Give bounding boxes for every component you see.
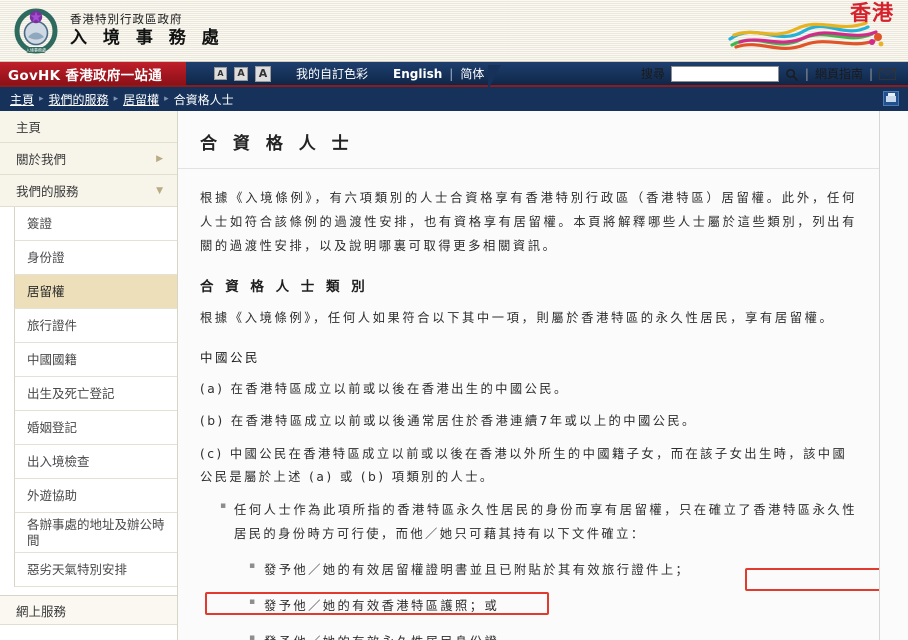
print-icon[interactable]: [883, 91, 899, 106]
govhk-brand-tab[interactable]: GovHK 香港政府一站通: [0, 62, 198, 87]
breadcrumb: 主頁 ▸ 我們的服務 ▸ 居留權 ▸ 合資格人士: [0, 87, 908, 111]
sidebar-item-label: 身份證: [27, 249, 65, 265]
breadcrumb-item-home[interactable]: 主頁: [10, 91, 34, 108]
breadcrumb-item-our-services[interactable]: 我們的服務: [49, 91, 109, 108]
page-title: 合 資 格 人 士: [200, 134, 354, 154]
govhk-tools: A A A 我的自訂色彩 English | 简体 搜尋 | 網頁指南 |: [186, 62, 908, 90]
sidebar-navigation: 主頁 關於我們 ▶ 我們的服務 ▼ 簽證 身份證 居留權 旅行證件 中國國籍 出…: [0, 111, 178, 640]
search-input[interactable]: [670, 65, 779, 82]
sidebar-item-our-services[interactable]: 我們的服務 ▼: [0, 175, 177, 207]
sidebar-item-immigration-clearance[interactable]: 出入境檢查: [14, 445, 177, 479]
sidebar-item-label: 居留權: [27, 283, 65, 299]
sidebar-item-home[interactable]: 主頁: [0, 111, 177, 143]
clause-b: (b) 在香港特區成立以前或以後通常居住於香港連續7年或以上的中國公民。: [200, 414, 697, 429]
toolbar-divider-1: |: [804, 66, 809, 81]
sidebar-item-label: 出生及死亡登記: [27, 385, 115, 401]
sub-heading-chinese-citizen: 中國公民: [200, 349, 261, 365]
browser-page: 入境事務處 香港特別行政區政府 入 境 事 務 處 香港 GovHK 香港政府一…: [0, 0, 908, 640]
clause-c-text: (c) 中國公民在香港特區成立以前或以後在香港以外所生的中國籍子女，而: [200, 446, 686, 461]
clause-c-highlight-1: 在該子女出生時: [685, 446, 789, 461]
sidebar-item-travel-documents[interactable]: 旅行證件: [14, 309, 177, 343]
sidebar-item-chinese-nationality[interactable]: 中國國籍: [14, 343, 177, 377]
sidebar-item-label: 簽證: [27, 215, 53, 231]
brand-hong-kong-wordmark: 香港: [850, 1, 894, 25]
sidebar-item-office-addresses[interactable]: 各辦事處的地址及辦公時間: [14, 513, 177, 554]
sidebar-item-label: 惡劣天氣特別安排: [27, 561, 128, 577]
clause-a: (a) 在香港特區成立以前或以後在香港出生的中國公民。: [200, 381, 569, 396]
breadcrumb-item-right-of-abode[interactable]: 居留權: [123, 91, 159, 108]
sidebar-item-assistance-outside-hk[interactable]: 外遊協助: [14, 479, 177, 513]
font-size-small-button[interactable]: A: [214, 67, 227, 80]
bullet-certificate-of-entitlement: 發予他／她的有效居留權證明書並且已附貼於其有效旅行證件上；: [249, 558, 857, 583]
sidebar-item-label: 外遊協助: [27, 487, 78, 503]
sidebar-item-about-us[interactable]: 關於我們 ▶: [0, 143, 177, 175]
email-icon[interactable]: [879, 67, 896, 80]
font-size-medium-button[interactable]: A: [234, 66, 248, 81]
page-body: 主頁 關於我們 ▶ 我們的服務 ▼ 簽證 身份證 居留權 旅行證件 中國國籍 出…: [0, 111, 908, 640]
sidebar-item-label: 關於我們: [16, 152, 67, 167]
search-label: 搜尋: [640, 67, 665, 81]
hk-immigration-department-emblem-icon: 入境事務處: [14, 7, 58, 55]
sidebar-item-label: 旅行證件: [27, 317, 78, 333]
sidebar-item-bad-weather-arrangements[interactable]: 惡劣天氣特別安排: [14, 553, 177, 588]
clause-c: (c) 中國公民在香港特區成立以前或以後在香港以外所生的中國籍子女，而在該子女出…: [200, 443, 857, 490]
breadcrumb-arrow-icon: ▸: [39, 94, 44, 104]
sidebar-primary-nav: 主頁 關於我們 ▶ 我們的服務 ▼: [0, 111, 177, 207]
chevron-down-icon: ▼: [156, 185, 163, 196]
sidebar-item-label: 我們的服務: [16, 184, 79, 199]
bullet-establishing-status: 任何人士作為此項所指的香港特區永久性居民的身份而享有居留權，只在確立了香港特區永…: [220, 498, 857, 547]
govhk-search-area: 搜尋 | 網頁指南 |: [641, 62, 908, 85]
sitemap-link[interactable]: 網頁指南: [815, 65, 863, 82]
language-simplified-link[interactable]: 简体: [460, 65, 484, 82]
main-content: 合 資 格 人 士 根據《入境條例》，有六項類別的人士合資格享有香港特別行政區（…: [178, 111, 880, 640]
department-name: 入 境 事 務 處: [70, 27, 224, 48]
govhk-label: GovHK 香港政府一站通: [8, 67, 163, 84]
language-english-link[interactable]: English: [393, 67, 442, 81]
govhk-toolbar: GovHK 香港政府一站通 A A A 我的自訂色彩 English | 简体 …: [0, 62, 908, 90]
sidebar-item-birth-death-registration[interactable]: 出生及死亡登記: [14, 377, 177, 411]
site-banner: 入境事務處 香港特別行政區政府 入 境 事 務 處 香港: [0, 0, 908, 62]
chevron-right-icon: ▶: [156, 153, 163, 164]
sidebar-item-label: 主頁: [16, 120, 42, 135]
breadcrumb-arrow-icon: ▸: [164, 94, 169, 104]
sidebar-item-right-of-abode[interactable]: 居留權: [14, 275, 177, 309]
bullet-hksar-passport: 發予他／她的有效香港特區護照；或: [249, 594, 857, 619]
right-margin-strip: [880, 111, 908, 640]
my-colour-scheme-link[interactable]: 我的自訂色彩: [296, 65, 368, 82]
sidebar-sub-nav: 簽證 身份證 居留權 旅行證件 中國國籍 出生及死亡登記 婚姻登記 出入境檢查 …: [0, 207, 177, 588]
section-heading: 合 資 格 人 士 類 別: [200, 278, 369, 295]
sidebar-item-label: 中國國籍: [27, 351, 78, 367]
section-intro-paragraph: 根據《入境條例》，任何人如果符合以下其中一項，則屬於香港特區的永久性居民，享有居…: [200, 310, 835, 325]
sidebar-item-visas[interactable]: 簽證: [14, 207, 177, 241]
sidebar-item-marriage-registration[interactable]: 婚姻登記: [14, 411, 177, 445]
breadcrumb-item-current: 合資格人士: [173, 92, 234, 107]
font-size-large-button[interactable]: A: [255, 65, 271, 82]
sidebar-item-label: 網上服務: [16, 603, 67, 619]
sidebar-item-label: 出入境檢查: [27, 453, 90, 469]
svg-text:入境事務處: 入境事務處: [26, 46, 46, 52]
government-name: 香港特別行政區政府: [70, 12, 183, 27]
language-separator: |: [449, 66, 454, 81]
department-title: 香港特別行政區政府 入 境 事 務 處: [70, 13, 224, 47]
bullet-permanent-identity-card: 發予他／她的有效永久性居民身份證。: [249, 630, 857, 640]
sidebar-item-label: 婚姻登記: [27, 419, 78, 435]
brand-hong-kong-dragon-logo-icon: 香港: [726, 1, 902, 61]
sidebar-item-label: 各辦事處的地址及辦公時間: [27, 517, 165, 548]
sidebar-item-identity-card[interactable]: 身份證: [14, 241, 177, 275]
search-icon[interactable]: [785, 67, 799, 81]
intro-paragraph: 根據《入境條例》，有六項類別的人士合資格享有香港特別行政區（香港特區）居留權。此…: [200, 191, 857, 253]
breadcrumb-arrow-icon: ▸: [113, 94, 119, 104]
title-divider: [178, 168, 879, 169]
toolbar-divider-2: |: [868, 66, 873, 81]
sidebar-item-online-services[interactable]: 網上服務: [0, 595, 177, 626]
